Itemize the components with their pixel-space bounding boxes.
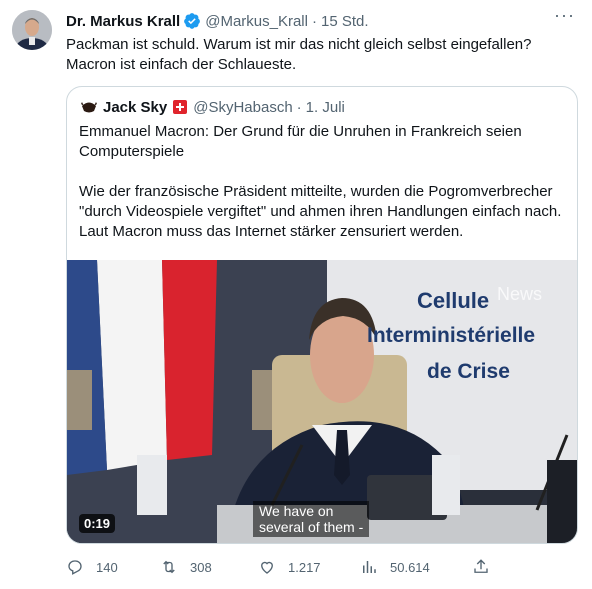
separator-dot: · <box>311 12 317 30</box>
share-button[interactable] <box>472 558 502 576</box>
subtitle-line: several of them - <box>259 519 364 535</box>
subtitle-line: We have on <box>259 503 334 519</box>
separator-dot: · <box>296 98 302 116</box>
tweet[interactable]: Dr. Markus Krall @Markus_Krall · 15 Std.… <box>0 0 592 589</box>
tweet-text-line: Packman ist schuld. Warum ist mir das ni… <box>66 36 532 53</box>
retweet-icon <box>163 560 175 574</box>
retweet-button[interactable]: 308 <box>160 558 212 576</box>
tweet-text: Packman ist schuld. Warum ist mir das ni… <box>66 35 571 75</box>
tweet-actions: 140 308 1.217 50.614 <box>66 558 506 578</box>
video-player[interactable]: Cellule Interministérielle de Crise News… <box>67 260 577 543</box>
like-count: 1.217 <box>288 559 321 575</box>
quoted-tweet[interactable]: Jack Sky @SkyHabasch · 1. Juli Emmanuel … <box>66 86 578 544</box>
video-duration-badge: 0:19 <box>79 514 116 533</box>
reply-count: 140 <box>96 559 118 575</box>
news-watermark: News <box>497 284 542 304</box>
banner-line1: Cellule <box>417 288 489 313</box>
reply-button[interactable]: 140 <box>66 558 118 576</box>
views-button[interactable]: 50.614 <box>360 558 430 576</box>
share-icon <box>474 559 488 573</box>
quoted-author-name: Jack Sky <box>103 98 168 116</box>
banner-line3: de Crise <box>427 360 510 383</box>
video-subtitle: We have on several of them - <box>253 501 370 537</box>
quoted-tweet-header: Jack Sky @SkyHabasch · 1. Juli <box>79 97 345 117</box>
more-options-icon[interactable]: ··· <box>554 6 574 28</box>
retweet-count: 308 <box>190 559 212 575</box>
like-button[interactable]: 1.217 <box>258 558 321 576</box>
quoted-author-handle: @SkyHabasch <box>193 98 293 116</box>
view-count: 50.614 <box>390 559 430 575</box>
tweet-text-line: Macron ist einfach der Schlaueste. <box>66 56 297 73</box>
banner-line2: Interministérielle <box>367 324 535 347</box>
heart-icon <box>261 561 273 574</box>
quoted-tweet-text: Emmanuel Macron: Der Grund für die Unruh… <box>79 122 569 262</box>
quoted-tweet-date: 1. Juli <box>305 98 345 116</box>
author-name[interactable]: Dr. Markus Krall <box>66 13 180 30</box>
views-chart-icon <box>363 561 376 573</box>
author-handle[interactable]: @Markus_Krall <box>205 13 308 30</box>
swiss-flag-icon <box>173 100 188 114</box>
reply-icon <box>68 560 82 575</box>
tweet-header: Dr. Markus Krall @Markus_Krall · 15 Std. <box>66 11 580 31</box>
quoted-paragraph: Wie der französische Präsident mitteilte… <box>79 183 562 240</box>
quoted-author-avatar <box>79 97 99 117</box>
quoted-paragraph: Emmanuel Macron: Der Grund für die Unruh… <box>79 123 522 160</box>
verified-badge-icon <box>183 12 201 30</box>
author-avatar[interactable] <box>12 10 52 50</box>
tweet-time[interactable]: 15 Std. <box>321 13 369 30</box>
